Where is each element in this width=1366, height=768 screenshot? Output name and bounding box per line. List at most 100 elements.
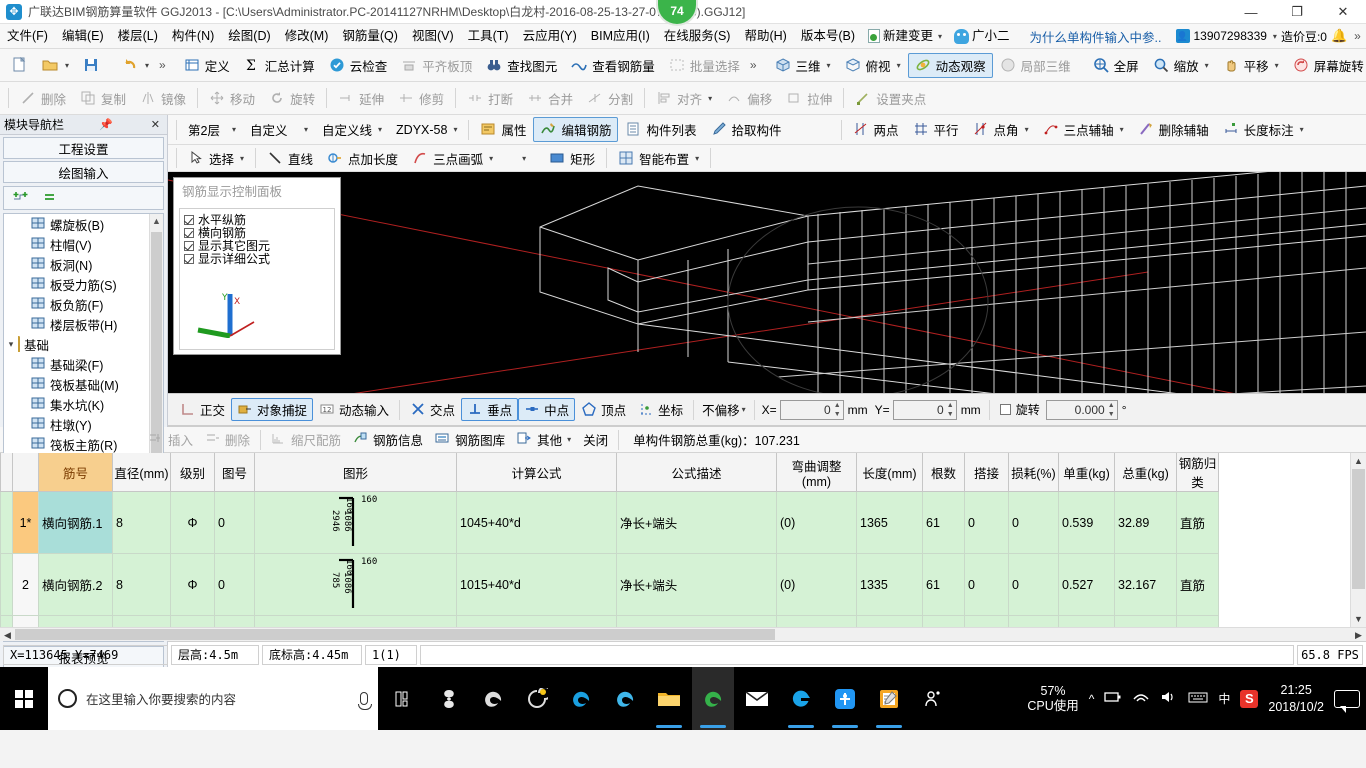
type-chevron-down-icon[interactable]: ▾ [304, 125, 308, 134]
col-header-lap[interactable]: 搭接 [964, 453, 1009, 492]
dynamic-input-toggle[interactable]: 12 动态输入 [313, 398, 395, 421]
object-snap-toggle[interactable]: 对象捕捉 [231, 398, 314, 421]
col-header-shape[interactable]: 图形 [254, 453, 457, 492]
col-header-count[interactable]: 根数 [922, 453, 965, 492]
screen-rotate-button[interactable]: 屏幕旋转 ▾ [1286, 53, 1366, 78]
rotate-button[interactable]: 旋转 [262, 86, 322, 111]
cell-length[interactable]: 9000 [856, 615, 923, 627]
y-spinner[interactable]: ▲ ▼ [946, 402, 955, 418]
partial-3d-button[interactable]: 局部三维 [993, 53, 1078, 78]
pan-button[interactable]: 平移 ▾ [1216, 53, 1286, 78]
row-number[interactable]: 3 [12, 615, 39, 627]
minimize-button[interactable]: — [1228, 0, 1274, 24]
draw-input-button[interactable]: 绘图输入 [3, 161, 164, 183]
length-dim-chevron-down-icon[interactable]: ▾ [1300, 125, 1304, 134]
menu-item-modify[interactable]: 修改(M) [278, 24, 336, 49]
rebar-info-button[interactable]: 钢筋信息 [347, 429, 429, 450]
cell-unit-weight[interactable]: 0.527 [1058, 553, 1115, 616]
align-chevron-down-icon[interactable]: ▾ [708, 94, 712, 103]
taskbar-clock[interactable]: 21:25 2018/10/2 [1268, 682, 1324, 716]
pan-chevron-down-icon[interactable]: ▾ [1275, 61, 1279, 70]
view-rebar-qty-button[interactable]: 查看钢筋量 [564, 53, 662, 78]
insert-row-button[interactable]: 插入 [142, 429, 199, 450]
cell-lap[interactable]: 0 [964, 491, 1009, 554]
cell-shape-no[interactable]: 0 [214, 553, 255, 616]
grid-hscroll-thumb[interactable] [15, 629, 775, 640]
copy-button[interactable]: 复制 [73, 86, 133, 111]
open-file-button[interactable]: ▾ [35, 53, 76, 78]
tree-item[interactable]: ▾ 基础 [4, 334, 149, 354]
length-dimension-button[interactable]: 长度标注 ▾ [1216, 117, 1311, 142]
cell-shape[interactable]: 160 160 1086 785 [254, 553, 457, 616]
snap-perpendicular[interactable]: 垂点 [461, 398, 519, 421]
menu-item-online-service[interactable]: 在线服务(S) [657, 24, 738, 49]
break-button[interactable]: 打断 [460, 86, 520, 111]
cell-class[interactable]: 直筋 [1176, 553, 1219, 616]
cell-shape[interactable]: 9000 [254, 615, 457, 627]
select-tool-button[interactable]: 选择 ▾ [181, 146, 251, 171]
rotate-checkbox[interactable] [999, 404, 1011, 415]
open-chevron-down-icon[interactable]: ▾ [65, 61, 69, 70]
menu-item-bim[interactable]: BIM应用(I) [584, 24, 657, 49]
cell-formula[interactable]: 9000 [456, 615, 617, 627]
smart-layout-chevron-down-icon[interactable]: ▾ [695, 154, 699, 163]
menu-item-help[interactable]: 帮助(H) [737, 24, 793, 49]
control-panel-option[interactable]: 显示详细公式 [184, 252, 330, 266]
other-chevron-down-icon[interactable]: ▾ [567, 435, 571, 444]
point-angle-chevron-down-icon[interactable]: ▾ [1025, 125, 1029, 134]
ie-button[interactable] [560, 667, 602, 730]
arc-chevron-down-icon[interactable]: ▾ [489, 154, 493, 163]
note-app-button[interactable] [868, 667, 910, 730]
col-header-unit-weight[interactable]: 单重(kg) [1058, 453, 1115, 492]
type-select[interactable]: 自定义 ▾ [243, 117, 315, 142]
offset-button[interactable]: 偏移 [719, 86, 779, 111]
find-element-button[interactable]: 查找图元 [479, 53, 564, 78]
align-button[interactable]: 对齐 ▾ [649, 86, 719, 111]
three-point-chevron-down-icon[interactable]: ▾ [1120, 125, 1124, 134]
menu-item-cloud[interactable]: 云应用(Y) [516, 24, 584, 49]
col-header-loss[interactable]: 损耗(%) [1008, 453, 1059, 492]
sogou-ime-icon[interactable]: S [1240, 689, 1259, 708]
col-header-formula[interactable]: 计算公式 [456, 453, 617, 492]
summary-calc-button[interactable]: Σ 汇总计算 [237, 53, 322, 78]
new-file-button[interactable] [4, 53, 35, 78]
zoom-button[interactable]: 缩放 ▾ [1146, 53, 1216, 78]
line-tool-button[interactable]: 直线 [260, 146, 320, 171]
grid-scroll-thumb[interactable] [1352, 469, 1365, 589]
x-spinner[interactable]: ▲ ▼ [833, 402, 842, 418]
col-header-grade[interactable]: 级别 [170, 453, 215, 492]
mirror-button[interactable]: 镜像 [133, 86, 193, 111]
tray-expand-icon[interactable]: ^ [1089, 692, 1095, 706]
cell-formula[interactable]: 1045+40*d [456, 491, 617, 554]
grid-body[interactable]: 1* 横向钢筋.1 8 Φ 0 160 160 1086 2946 1045+40*d 净长+端头(… [0, 491, 1219, 627]
edge-button[interactable] [472, 667, 514, 730]
glodon-button[interactable] [824, 667, 866, 730]
table-row[interactable]: 1* 横向钢筋.1 8 Φ 0 160 160 1086 2946 1045+40*d 净长+端头(… [0, 491, 1219, 554]
tree-item[interactable]: 板受力筋(S) [4, 274, 149, 294]
green-browser-button[interactable] [692, 667, 734, 730]
beans-label[interactable]: 造价豆:0 [1281, 28, 1327, 45]
three-point-axis-button[interactable]: 三点辅轴 ▾ [1036, 117, 1131, 142]
fullscreen-button[interactable]: 全屏 [1086, 53, 1146, 78]
other-button[interactable]: 其他 ▾ [511, 429, 577, 450]
toolbar-overflow-mid-icon[interactable]: » [747, 58, 760, 72]
microphone-icon[interactable] [358, 692, 372, 710]
properties-button[interactable]: 属性 [473, 117, 533, 142]
move-button[interactable]: 移动 [202, 86, 262, 111]
3d-viewport[interactable]: 钢筋显示控制面板 水平纵筋 横向钢筋 显示其它图元 显示详细公式 Y X [168, 172, 1366, 393]
category-select[interactable]: 自定义线 ▾ [315, 117, 389, 142]
sf-app-button[interactable] [428, 667, 470, 730]
batch-select-button[interactable]: 批量选择 [662, 53, 747, 78]
tree-item[interactable]: 板洞(N) [4, 254, 149, 274]
menu-item-tools[interactable]: 工具(T) [461, 24, 516, 49]
grid-scroll-up-icon[interactable]: ▲ [1351, 453, 1366, 469]
snap-vertex[interactable]: 顶点 [575, 398, 632, 421]
col-header-rebar-no[interactable]: 筋号 [38, 453, 113, 492]
pick-member-button[interactable]: 拾取构件 [704, 117, 789, 142]
cell-rebar-no[interactable]: 横向钢筋.2 [38, 553, 113, 616]
member-select[interactable]: ZDYX-58 ▾ [389, 117, 464, 142]
cell-bend[interactable]: (0) [776, 491, 857, 554]
tree-item[interactable]: 柱帽(V) [4, 234, 149, 254]
zoom-chevron-down-icon[interactable]: ▾ [1205, 61, 1209, 70]
rebar-grid[interactable]: 筋号 直径(mm) 级别 图号 图形 计算公式 公式描述 弯曲调整(mm) 长度… [0, 453, 1219, 627]
